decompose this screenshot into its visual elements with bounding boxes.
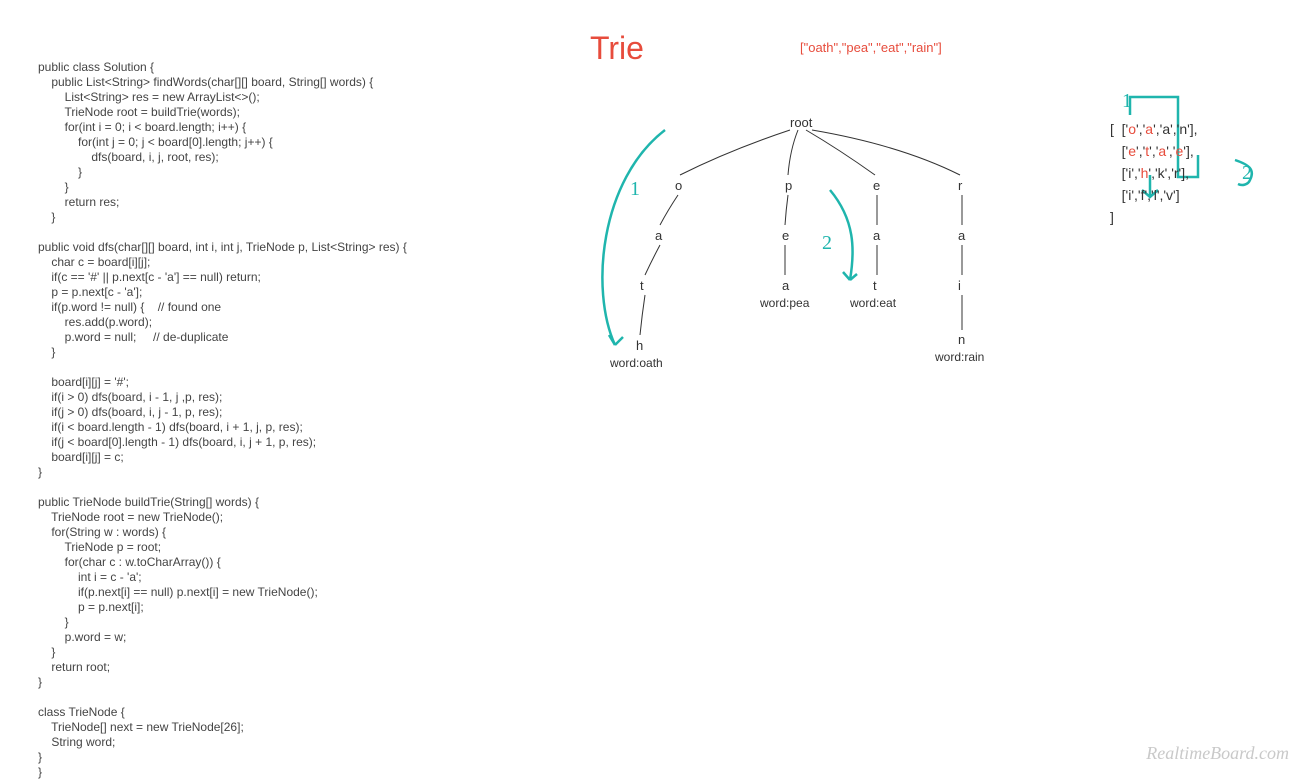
board-r2-m2: ','k','r'], bbox=[1148, 165, 1189, 181]
annot-2-right: 2 bbox=[1242, 162, 1252, 185]
watermark: RealtimeBoard.com bbox=[1146, 743, 1289, 764]
board-r1-m1: ',' bbox=[1136, 143, 1145, 159]
board-r3: ['i','f','l','v'] bbox=[1122, 187, 1180, 203]
board-r0-c1: a bbox=[1145, 121, 1153, 137]
board-r1-c0: e bbox=[1128, 143, 1136, 159]
board-r2-pre: ['i',' bbox=[1122, 165, 1141, 181]
board-matrix: [ ['o','a','a','n'], ['e','t','a','e'], … bbox=[1110, 118, 1198, 228]
board-close: ] bbox=[1110, 209, 1114, 225]
annot-2-mid: 2 bbox=[822, 232, 832, 255]
board-r0-c0: o bbox=[1128, 121, 1136, 137]
board-r1-m4: '], bbox=[1183, 143, 1193, 159]
board-r0-m2: ','a','n'], bbox=[1153, 121, 1198, 137]
board-r0-m1: ',' bbox=[1136, 121, 1145, 137]
board-open: [ bbox=[1110, 121, 1114, 137]
annot-1-left: 1 bbox=[630, 178, 640, 201]
annot-1-right: 1 bbox=[1122, 90, 1132, 113]
annotation-arrows bbox=[0, 0, 1297, 770]
